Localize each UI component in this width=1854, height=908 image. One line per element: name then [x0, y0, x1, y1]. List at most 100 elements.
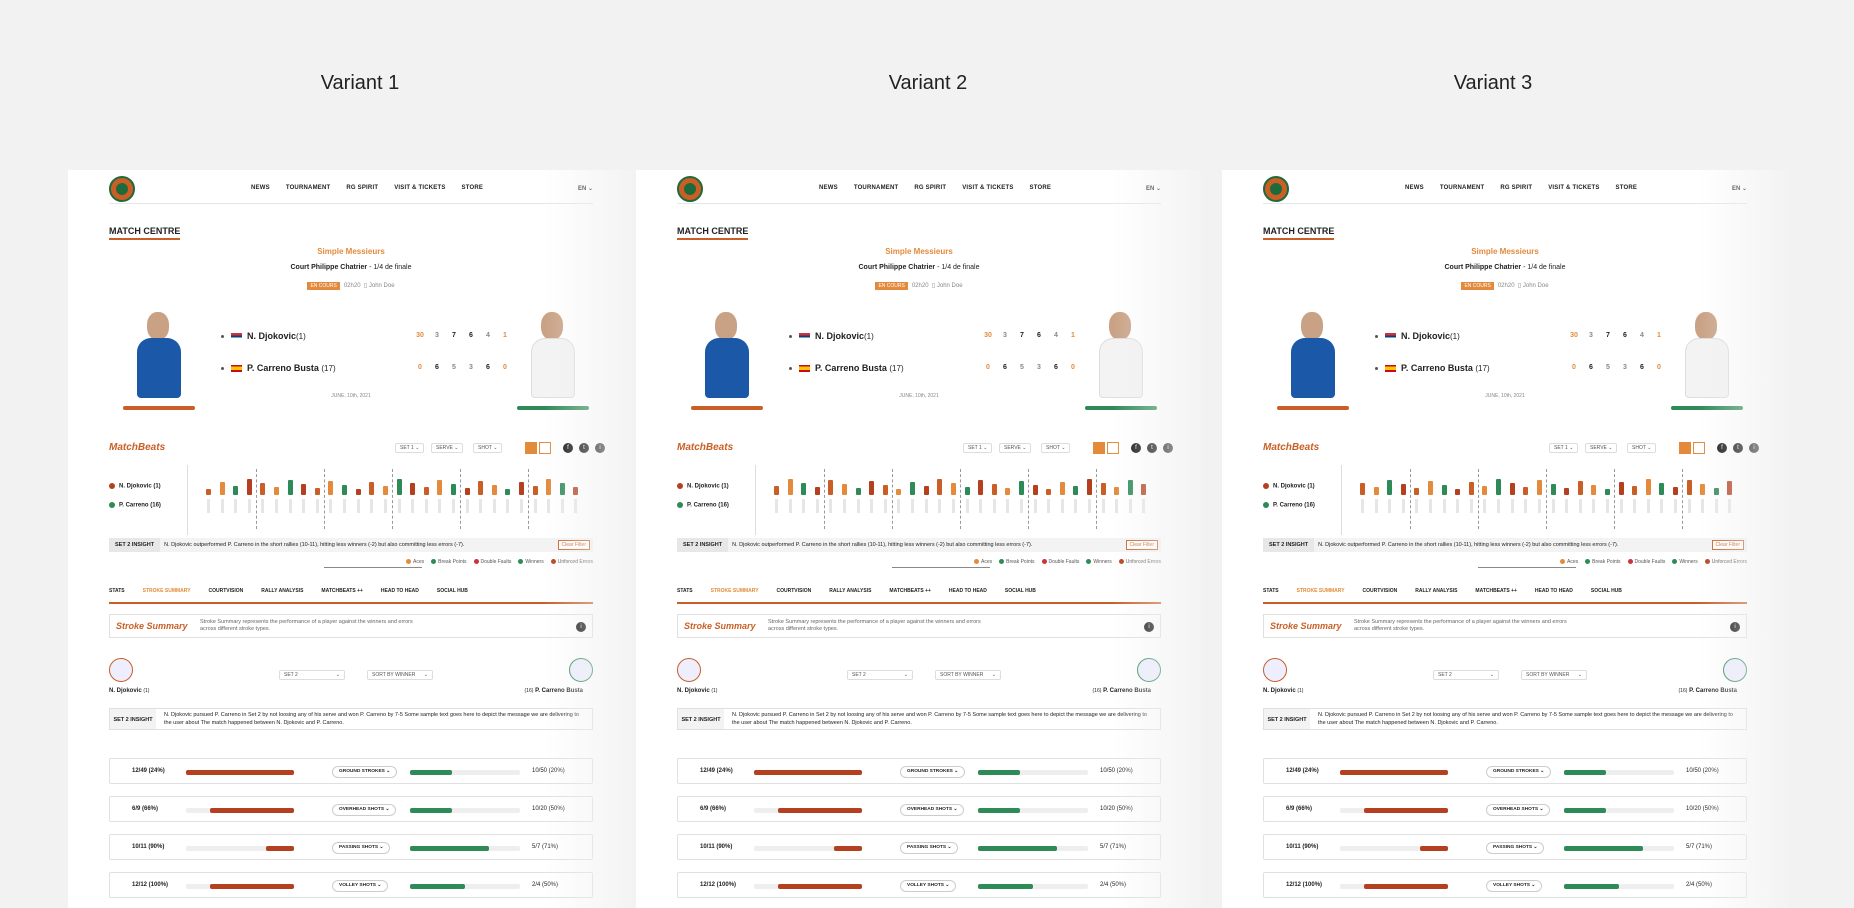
stat-row-overhead-shots[interactable]: 6/9 (66%) OVERHEAD SHOTS ⌄ 10/20 (50%) — [1263, 796, 1747, 822]
nav-news[interactable]: NEWS — [251, 185, 270, 191]
rally-bar[interactable] — [1400, 484, 1406, 495]
rally-bar[interactable] — [287, 480, 293, 495]
nav-tournament[interactable]: TOURNAMENT — [854, 185, 899, 191]
stroke-type-dropdown[interactable]: GROUND STROKES ⌄ — [332, 766, 398, 778]
set-filter[interactable]: SET 1 ⌄ — [395, 443, 425, 453]
stroke-type-dropdown[interactable]: PASSING SHOTS ⌄ — [900, 842, 959, 854]
tab-stroke-summary[interactable]: STROKE SUMMARY — [711, 588, 759, 602]
rally-bar[interactable] — [1360, 483, 1365, 495]
rally-bar[interactable] — [1591, 485, 1597, 495]
set-filter[interactable]: SET 1 ⌄ — [1549, 443, 1579, 453]
matchbeats-rally-chart[interactable] — [755, 465, 1161, 535]
stat-row-volley-shots[interactable]: 12/12 (100%) VOLLEY SHOTS ⌄ 2/4 (50%) — [109, 872, 593, 898]
nav-news[interactable]: NEWS — [819, 185, 838, 191]
nav-visit-tickets[interactable]: VISIT & TICKETS — [394, 185, 445, 191]
rally-bar[interactable] — [950, 483, 956, 495]
tab-head-to-head[interactable]: HEAD TO HEAD — [381, 588, 419, 602]
stat-row-passing-shots[interactable]: 10/11 (90%) PASSING SHOTS ⌄ 5/7 (71%) — [677, 834, 1161, 860]
nav-rg-spirit[interactable]: RG SPIRIT — [346, 185, 378, 191]
nav-news[interactable]: NEWS — [1405, 185, 1424, 191]
rally-bar[interactable] — [342, 485, 348, 495]
tab-stroke-summary[interactable]: STROKE SUMMARY — [143, 588, 191, 602]
rally-bar[interactable] — [1387, 480, 1393, 495]
rally-bar[interactable] — [1672, 487, 1678, 495]
serve-filter[interactable]: SERVE ⌄ — [431, 443, 464, 453]
rally-bar[interactable] — [450, 484, 456, 495]
nav-store[interactable]: STORE — [1030, 185, 1052, 191]
stroke-type-dropdown[interactable]: VOLLEY SHOTS ⌄ — [1486, 880, 1543, 892]
rally-bar[interactable] — [1618, 482, 1624, 495]
tab-courtvision[interactable]: COURTVISION — [209, 588, 244, 602]
rally-bar[interactable] — [1086, 479, 1092, 495]
tab-head-to-head[interactable]: HEAD TO HEAD — [949, 588, 987, 602]
rally-bar[interactable] — [532, 486, 538, 495]
view-toggle-chart[interactable] — [1093, 442, 1105, 454]
nav-store[interactable]: STORE — [1616, 185, 1638, 191]
rally-bar[interactable] — [274, 487, 280, 495]
rally-bar[interactable] — [937, 479, 943, 495]
stroke-type-dropdown[interactable]: OVERHEAD SHOTS ⌄ — [332, 804, 397, 816]
stroke-type-dropdown[interactable]: OVERHEAD SHOTS ⌄ — [1486, 804, 1551, 816]
tab-matchbeats-plus[interactable]: MATCHBEATS ++ — [889, 588, 930, 602]
sort-filter[interactable]: SORT BY WINNER ⌄ — [1521, 670, 1587, 680]
set-filter[interactable]: SET 1 ⌄ — [963, 443, 993, 453]
stat-row-ground-strokes[interactable]: 12/49 (24%) GROUND STROKES ⌄ 10/50 (20%) — [109, 758, 593, 784]
rally-bar[interactable] — [964, 487, 970, 495]
view-toggle-chart[interactable] — [525, 442, 537, 454]
rally-bar[interactable] — [396, 479, 402, 495]
rally-bar[interactable] — [233, 486, 239, 495]
rally-bar[interactable] — [1686, 480, 1692, 495]
rally-bar[interactable] — [219, 482, 225, 495]
tab-courtvision[interactable]: COURTVISION — [777, 588, 812, 602]
stat-row-passing-shots[interactable]: 10/11 (90%) PASSING SHOTS ⌄ 5/7 (71%) — [109, 834, 593, 860]
rg-logo[interactable] — [1263, 176, 1289, 202]
tab-social-hub[interactable]: SOCIAL HUB — [1005, 588, 1036, 602]
rally-bar[interactable] — [1373, 487, 1379, 495]
rally-bar[interactable] — [1441, 485, 1447, 495]
tab-social-hub[interactable]: SOCIAL HUB — [1591, 588, 1622, 602]
timeline-slider[interactable] — [892, 567, 990, 568]
rally-bar[interactable] — [1468, 482, 1474, 495]
rally-bar[interactable] — [491, 485, 497, 495]
stat-row-overhead-shots[interactable]: 6/9 (66%) OVERHEAD SHOTS ⌄ 10/20 (50%) — [677, 796, 1161, 822]
rally-bar[interactable] — [328, 481, 334, 495]
tab-rally-analysis[interactable]: RALLY ANALYSIS — [261, 588, 303, 602]
rally-bar[interactable] — [842, 484, 848, 495]
rally-bar[interactable] — [1509, 483, 1515, 495]
rally-bar[interactable] — [382, 486, 388, 495]
rally-bar[interactable] — [1482, 486, 1488, 495]
rally-bar[interactable] — [787, 479, 793, 495]
rally-bar[interactable] — [437, 480, 443, 495]
serve-filter[interactable]: SERVE ⌄ — [1585, 443, 1618, 453]
rally-bar[interactable] — [206, 489, 211, 495]
stat-row-ground-strokes[interactable]: 12/49 (24%) GROUND STROKES ⌄ 10/50 (20%) — [677, 758, 1161, 784]
rally-bar[interactable] — [1414, 488, 1420, 495]
rally-bar[interactable] — [1428, 481, 1434, 495]
shot-filter[interactable]: SHOT ⌄ — [473, 443, 503, 453]
stat-row-passing-shots[interactable]: 10/11 (90%) PASSING SHOTS ⌄ 5/7 (71%) — [1263, 834, 1747, 860]
rally-bar[interactable] — [410, 483, 416, 495]
tab-stats[interactable]: STATS — [109, 588, 125, 602]
view-toggle-chart[interactable] — [1679, 442, 1691, 454]
rally-bar[interactable] — [1523, 487, 1529, 495]
tab-matchbeats-plus[interactable]: MATCHBEATS ++ — [321, 588, 362, 602]
tab-courtvision[interactable]: COURTVISION — [1363, 588, 1398, 602]
rally-bar[interactable] — [910, 482, 916, 495]
stroke-type-dropdown[interactable]: OVERHEAD SHOTS ⌄ — [900, 804, 965, 816]
rally-bar[interactable] — [1073, 486, 1079, 495]
rally-bar[interactable] — [1046, 489, 1052, 495]
rally-bar[interactable] — [369, 482, 375, 495]
shot-filter[interactable]: SHOT ⌄ — [1627, 443, 1657, 453]
stat-row-volley-shots[interactable]: 12/12 (100%) VOLLEY SHOTS ⌄ 2/4 (50%) — [677, 872, 1161, 898]
stat-row-volley-shots[interactable]: 12/12 (100%) VOLLEY SHOTS ⌄ 2/4 (50%) — [1263, 872, 1747, 898]
nav-visit-tickets[interactable]: VISIT & TICKETS — [962, 185, 1013, 191]
rally-bar[interactable] — [505, 489, 511, 495]
rally-bar[interactable] — [882, 485, 888, 495]
rally-bar[interactable] — [869, 481, 875, 495]
nav-visit-tickets[interactable]: VISIT & TICKETS — [1548, 185, 1599, 191]
tab-stats[interactable]: STATS — [1263, 588, 1279, 602]
rally-bar[interactable] — [896, 489, 902, 495]
rally-bar[interactable] — [1564, 488, 1570, 495]
shot-filter[interactable]: SHOT ⌄ — [1041, 443, 1071, 453]
stroke-set-filter[interactable]: SET 2 ⌄ — [1433, 670, 1499, 680]
